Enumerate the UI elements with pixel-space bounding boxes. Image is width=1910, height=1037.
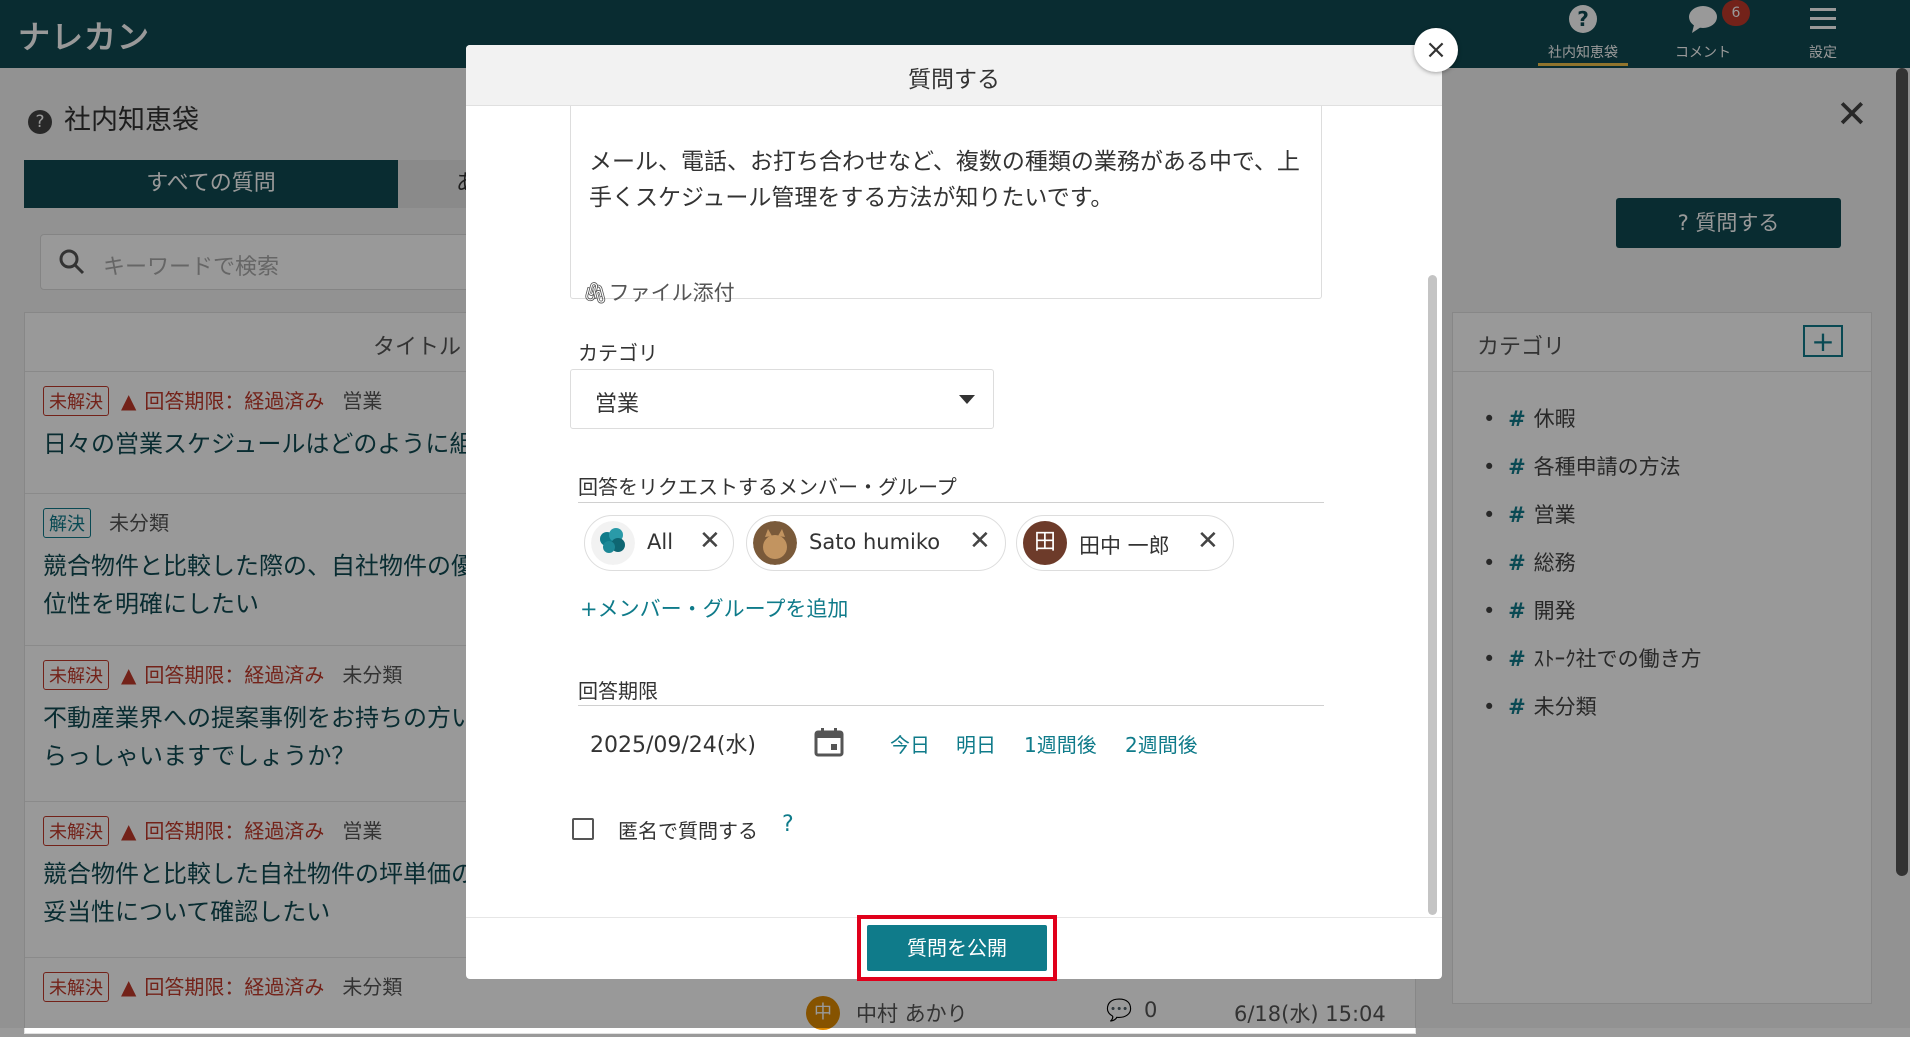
divider <box>578 502 1324 503</box>
paperclip-icon: 🖇 <box>582 281 609 305</box>
question-body-text: メール、電話、お打ち合わせなど、複数の種類の業務がある中で、上手くスケジュール管… <box>589 149 1300 211</box>
category-select-value: 営業 <box>595 392 640 417</box>
member-chip-tanaka: 田 田中 一郎 ✕ <box>1016 515 1234 571</box>
avatar: 田 <box>1023 521 1067 565</box>
quick-date-1week[interactable]: 1週間後 <box>1024 729 1097 758</box>
chevron-down-icon <box>959 395 975 404</box>
member-name: Sato humiko <box>809 530 941 554</box>
quick-date-today[interactable]: 今日 <box>890 729 930 758</box>
member-chip-sato: Sato humiko ✕ <box>746 515 1006 571</box>
deadline-date-value[interactable]: 2025/09/24(水) <box>590 727 756 759</box>
quick-date-tomorrow[interactable]: 明日 <box>956 729 996 758</box>
category-label: カテゴリ <box>578 341 658 365</box>
ask-question-modal: メール、電話、お打ち合わせなど、複数の種類の業務がある中で、上手くスケジュール管… <box>466 45 1442 981</box>
remove-member-icon[interactable]: ✕ <box>699 526 721 556</box>
member-chip-all: All ✕ <box>584 515 734 571</box>
member-name: All <box>647 530 674 554</box>
calendar-icon[interactable] <box>814 727 844 757</box>
anonymous-checkbox[interactable] <box>572 818 594 840</box>
close-modal-button[interactable]: × <box>1414 28 1458 72</box>
quick-date-2weeks[interactable]: 2週間後 <box>1125 729 1198 758</box>
attach-file-link[interactable]: 🖇ファイル添付 <box>582 277 735 307</box>
question-body-textarea[interactable]: メール、電話、お打ち合わせなど、複数の種類の業務がある中で、上手くスケジュール管… <box>570 95 1322 299</box>
deadline-label: 回答期限 <box>578 679 658 703</box>
category-select[interactable]: 営業 <box>570 369 994 429</box>
modal-scrollbar[interactable] <box>1428 275 1437 915</box>
anonymous-help-icon[interactable]: ? <box>782 812 794 837</box>
remove-member-icon[interactable]: ✕ <box>969 526 991 556</box>
user-photo-avatar <box>753 521 797 565</box>
request-members-label: 回答をリクエストするメンバー・グループ <box>578 475 957 499</box>
member-name: 田中 一郎 <box>1079 534 1170 558</box>
remove-member-icon[interactable]: ✕ <box>1197 526 1219 556</box>
group-avatar-icon <box>591 521 635 565</box>
modal-title: 質問する <box>908 67 1000 93</box>
anonymous-label: 匿名で質問する <box>618 819 758 843</box>
modal-header: 質問する <box>466 45 1442 106</box>
add-member-link[interactable]: +メンバー・グループを追加 <box>580 593 848 623</box>
divider <box>578 705 1324 706</box>
publish-question-button[interactable]: 質問を公開 <box>867 925 1047 971</box>
